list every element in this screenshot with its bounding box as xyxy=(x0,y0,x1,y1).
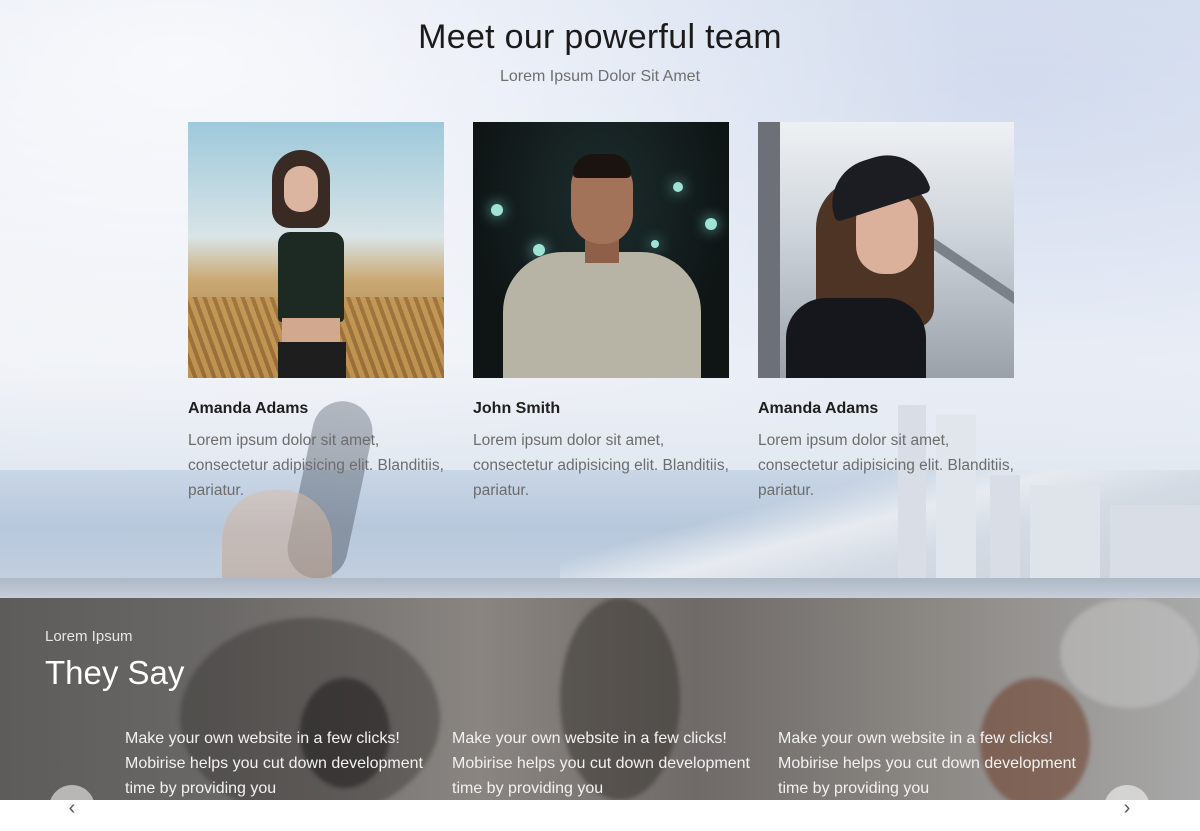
background-wall xyxy=(0,578,1200,598)
carousel-next-button[interactable]: › xyxy=(1104,785,1150,831)
member-name: Amanda Adams xyxy=(758,400,879,417)
member-photo xyxy=(758,122,1014,378)
team-subtitle: Lorem Ipsum Dolor Sit Amet xyxy=(499,68,701,85)
carousel-prev-button[interactable]: ‹ xyxy=(49,785,95,831)
testimonials-title: They Say xyxy=(45,654,185,691)
team-card: Amanda Adams Lorem ipsum dolor sit amet,… xyxy=(758,122,1014,503)
member-photo xyxy=(188,122,444,378)
team-title: Meet our powerful team xyxy=(418,18,782,56)
team-section: Meet our powerful team Lorem Ipsum Dolor… xyxy=(0,0,1200,598)
member-name: John Smith xyxy=(473,400,561,417)
testimonial-quote: Make your own website in a few clicks! M… xyxy=(778,730,1076,797)
team-card: Amanda Adams Lorem ipsum dolor sit amet,… xyxy=(188,122,444,503)
member-description: Lorem ipsum dolor sit amet, consectetur … xyxy=(758,432,1014,499)
testimonials-section: Lorem Ipsum They Say Make your own websi… xyxy=(0,598,1200,800)
chevron-left-icon: ‹ xyxy=(68,797,76,819)
team-card: John Smith Lorem ipsum dolor sit amet, c… xyxy=(473,122,729,503)
testimonial-quote: Make your own website in a few clicks! M… xyxy=(452,730,750,797)
member-description: Lorem ipsum dolor sit amet, consectetur … xyxy=(473,432,729,499)
testimonial-quote: Make your own website in a few clicks! M… xyxy=(125,730,423,797)
member-photo xyxy=(473,122,729,378)
member-description: Lorem ipsum dolor sit amet, consectetur … xyxy=(188,432,444,499)
chevron-right-icon: › xyxy=(1123,797,1131,819)
member-name: Amanda Adams xyxy=(188,400,309,417)
testimonials-eyebrow: Lorem Ipsum xyxy=(45,628,133,645)
